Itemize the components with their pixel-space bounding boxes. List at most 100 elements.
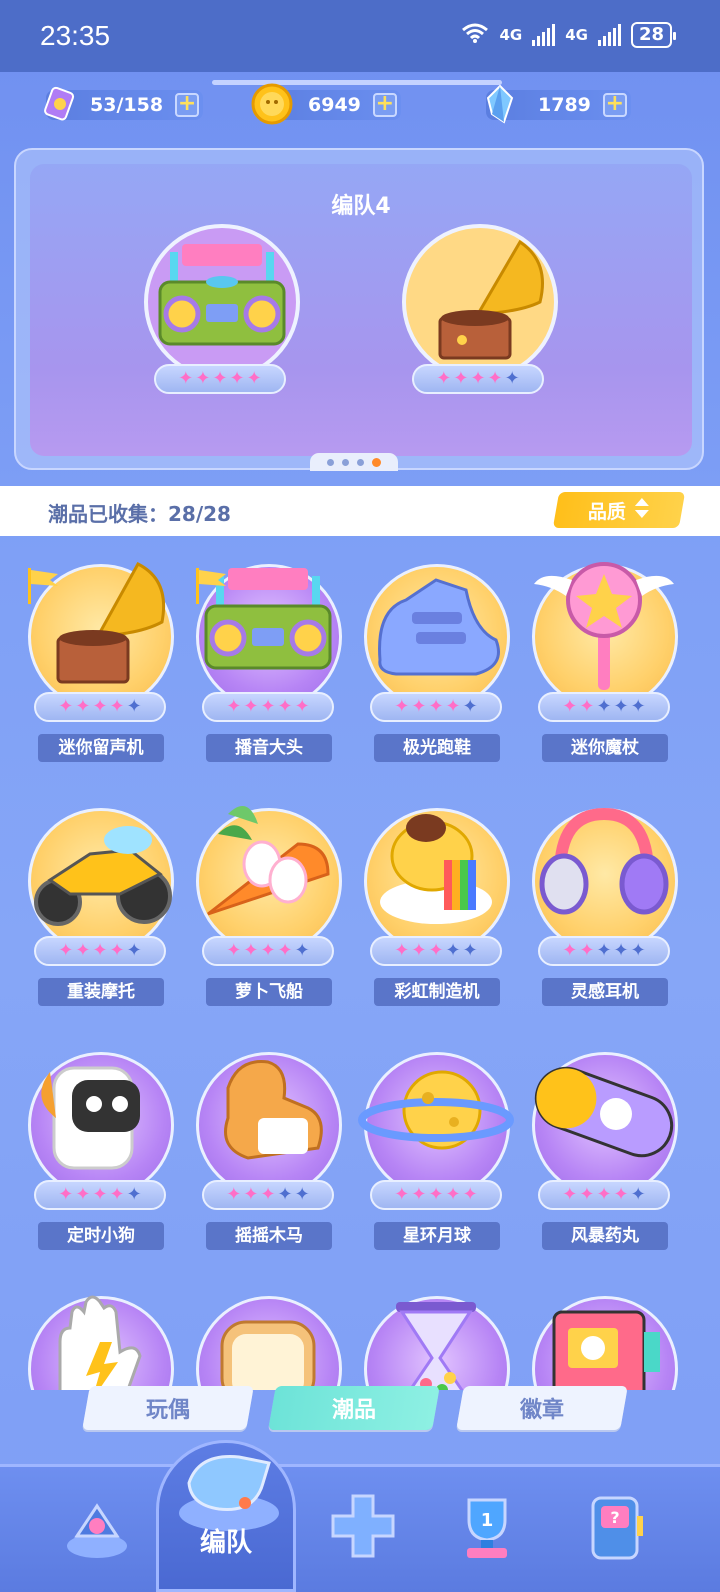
nav-team-active-bg[interactable] (156, 1440, 296, 1592)
add-crystal-button[interactable]: + (602, 93, 627, 117)
star-empty-icon: ✦ (613, 696, 629, 717)
star-filled-icon: ✦ (562, 1184, 578, 1205)
item-stars: ✦ ✦ ✦ ✦ ✦ (202, 1180, 334, 1210)
dog-art (41, 1066, 140, 1170)
toast-art (220, 1320, 316, 1390)
moto-art (34, 826, 172, 926)
collection-item[interactable]: ✦ ✦ ✦ ✦ ✦ 灵感耳机 (524, 784, 684, 1014)
slot-machine-icon: ? (591, 1496, 643, 1560)
category-tabs: 玩偶 潮品 徽章 (80, 1386, 640, 1432)
team-slot-2[interactable]: ✦ ✦ ✦ ✦ ✦ (400, 222, 560, 394)
collection-item[interactable]: ✦ ✦ ✦ ✦ ✦ 星环月球 (356, 1028, 516, 1258)
tab-dolls[interactable]: 玩偶 (82, 1386, 254, 1430)
trophy-icon: 1 (467, 1498, 507, 1558)
rainbow-art (380, 814, 492, 924)
item-stars: ✦ ✦ ✦ ✦ ✦ (370, 936, 502, 966)
item-stars: ✦ ✦ ✦ ✦ ✦ (202, 692, 334, 722)
collection-item[interactable]: ✦ ✦ ✦ ✦ ✦ 极光跑鞋 (356, 540, 516, 770)
item-stars: ✦ ✦ ✦ ✦ ✦ (34, 936, 166, 966)
star-empty-icon: ✦ (126, 940, 142, 961)
svg-text:?: ? (610, 1508, 619, 1527)
status-bar: 23:35 4G 4G 28 (0, 0, 720, 72)
star-filled-icon: ✦ (394, 696, 410, 717)
star-filled-icon: ✦ (613, 1184, 629, 1205)
star-filled-icon: ✦ (260, 1184, 276, 1205)
star-filled-icon: ✦ (75, 1184, 91, 1205)
star-empty-icon: ✦ (294, 1184, 310, 1205)
headphones-art (539, 807, 669, 915)
item-name: 极光跑鞋 (374, 734, 500, 762)
item-name: 定时小狗 (38, 1222, 164, 1250)
star-filled-icon: ✦ (109, 940, 125, 961)
star-filled-icon: ✦ (226, 1184, 242, 1205)
gamepad-icon (331, 1494, 395, 1558)
nav-game[interactable] (318, 1481, 408, 1571)
tab-badges[interactable]: 徽章 (456, 1386, 628, 1430)
collection-item[interactable]: ✦ ✦ ✦ ✦ ✦ 定时小狗 (20, 1028, 180, 1258)
star-filled-icon: ✦ (226, 696, 242, 717)
page-dot (327, 458, 334, 466)
star-filled-icon: ✦ (462, 1184, 478, 1205)
star-empty-icon: ✦ (596, 696, 612, 717)
quality-sort-label: 品质 (587, 500, 626, 523)
item-grid: ✦ ✦ ✦ ✦ ✦ 迷你留声机 ✦ ✦ ✦ ✦ ✦ 播音大头 ✦ ✦ ✦ ✦ ✦ 极光跑鞋 ✦ ✦ ✦ ✦ ✦ 迷你魔杖 ✦ ✦ ✦… (0, 540, 720, 1390)
item-name: 迷你留声机 (38, 734, 164, 762)
team-panel: 编队4 (14, 148, 704, 470)
collection-item[interactable]: ✦ ✦ ✦ ✦ ✦ 迷你魔杖 (524, 540, 684, 770)
add-coin-button[interactable]: + (372, 93, 397, 117)
crystal-icon (478, 82, 522, 126)
collection-item[interactable] (524, 1272, 684, 1390)
star-filled-icon: ✦ (436, 368, 452, 389)
collection-item[interactable]: ✦ ✦ ✦ ✦ ✦ 风暴药丸 (524, 1028, 684, 1258)
planet-art (358, 1070, 514, 1150)
collection-item[interactable] (20, 1272, 180, 1390)
nav-gacha[interactable]: ? (572, 1481, 662, 1571)
item-name: 摇摇木马 (206, 1222, 332, 1250)
coin-currency: 6949 + (251, 82, 401, 128)
star-empty-icon: ✦ (277, 1184, 293, 1205)
item-name: 萝卜飞船 (206, 978, 332, 1006)
tab-trendy-items[interactable]: 潮品 (268, 1386, 440, 1430)
nav-rank[interactable]: 1 (442, 1481, 532, 1571)
add-ticket-button[interactable]: + (175, 93, 200, 117)
star-filled-icon: ✦ (260, 696, 276, 717)
team-slot-1-stars: ✦ ✦ ✦ ✦ ✦ (154, 364, 286, 394)
coin-value: 6949 (308, 94, 361, 116)
star-filled-icon: ✦ (294, 696, 310, 717)
team-slot-2-stars: ✦ ✦ ✦ ✦ ✦ (412, 364, 544, 394)
machine-art (552, 1310, 660, 1390)
star-empty-icon: ✦ (630, 696, 646, 717)
collection-item[interactable]: ✦ ✦ ✦ ✦ ✦ 彩虹制造机 (356, 784, 516, 1014)
collection-item[interactable]: ✦ ✦ ✦ ✦ ✦ 迷你留声机 (20, 540, 180, 770)
ticket-value: 53/158 (90, 94, 164, 116)
star-filled-icon: ✦ (411, 1184, 427, 1205)
star-filled-icon: ✦ (92, 1184, 108, 1205)
page-dot (342, 458, 349, 466)
page-indicator (310, 453, 398, 471)
signal-icon-2 (597, 24, 621, 46)
collection-item[interactable]: ✦ ✦ ✦ ✦ ✦ 摇摇木马 (188, 1028, 348, 1258)
collection-item[interactable] (356, 1272, 516, 1390)
collection-item[interactable] (188, 1272, 348, 1390)
quality-sort-button[interactable]: 品质 (552, 492, 686, 528)
svg-text:1: 1 (481, 1510, 494, 1531)
ticket-currency: 53/158 + (44, 82, 204, 128)
horse-art (224, 1060, 323, 1160)
item-name: 彩虹制造机 (374, 978, 500, 1006)
collection-item[interactable]: ✦ ✦ ✦ ✦ ✦ 重装摩托 (20, 784, 180, 1014)
nav-home[interactable] (52, 1481, 142, 1571)
star-filled-icon: ✦ (109, 1184, 125, 1205)
star-filled-icon: ✦ (243, 940, 259, 961)
item-name: 风暴药丸 (542, 1222, 668, 1250)
star-filled-icon: ✦ (58, 940, 74, 961)
team-slot-1[interactable]: ✦ ✦ ✦ ✦ ✦ (142, 222, 302, 394)
star-filled-icon: ✦ (75, 940, 91, 961)
star-filled-icon: ✦ (562, 696, 578, 717)
item-stars: ✦ ✦ ✦ ✦ ✦ (538, 692, 670, 722)
shoe-art (378, 578, 500, 676)
collection-item[interactable]: ✦ ✦ ✦ ✦ ✦ 播音大头 (188, 540, 348, 770)
collection-item[interactable]: ✦ ✦ ✦ ✦ ✦ 萝卜飞船 (188, 784, 348, 1014)
star-filled-icon: ✦ (277, 696, 293, 717)
star-filled-icon: ✦ (58, 696, 74, 717)
hourglass-art (396, 1302, 476, 1390)
